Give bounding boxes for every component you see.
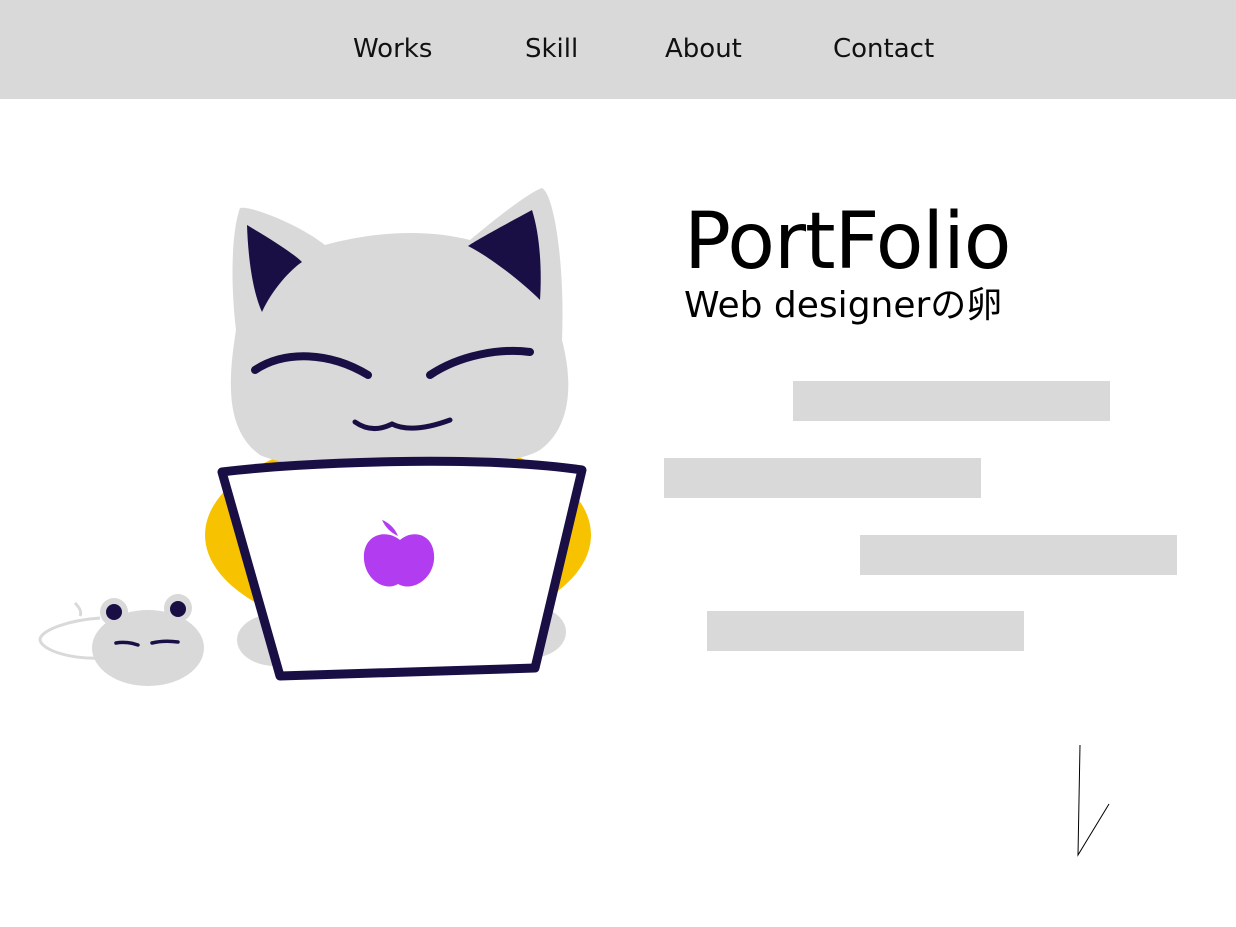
nav-item-works[interactable]: Works <box>353 32 432 66</box>
nav-item-skill[interactable]: Skill <box>525 32 578 66</box>
page-title: PortFolio <box>684 197 1011 287</box>
nav-item-about[interactable]: About <box>665 32 742 66</box>
placeholder-bar <box>664 458 981 498</box>
page-subtitle: Web designerの卵 <box>684 285 1003 326</box>
top-nav: Works Skill About Contact <box>0 0 1236 99</box>
placeholder-bar <box>860 535 1177 575</box>
placeholder-bar <box>793 381 1110 421</box>
cat-laptop-illustration <box>38 188 591 686</box>
apple-logo-icon <box>363 534 435 587</box>
scroll-down-arrow-icon[interactable] <box>1070 740 1120 865</box>
nav-item-contact[interactable]: Contact <box>833 32 934 66</box>
mouse-eye-right <box>150 639 180 645</box>
placeholder-bar <box>707 611 1024 651</box>
